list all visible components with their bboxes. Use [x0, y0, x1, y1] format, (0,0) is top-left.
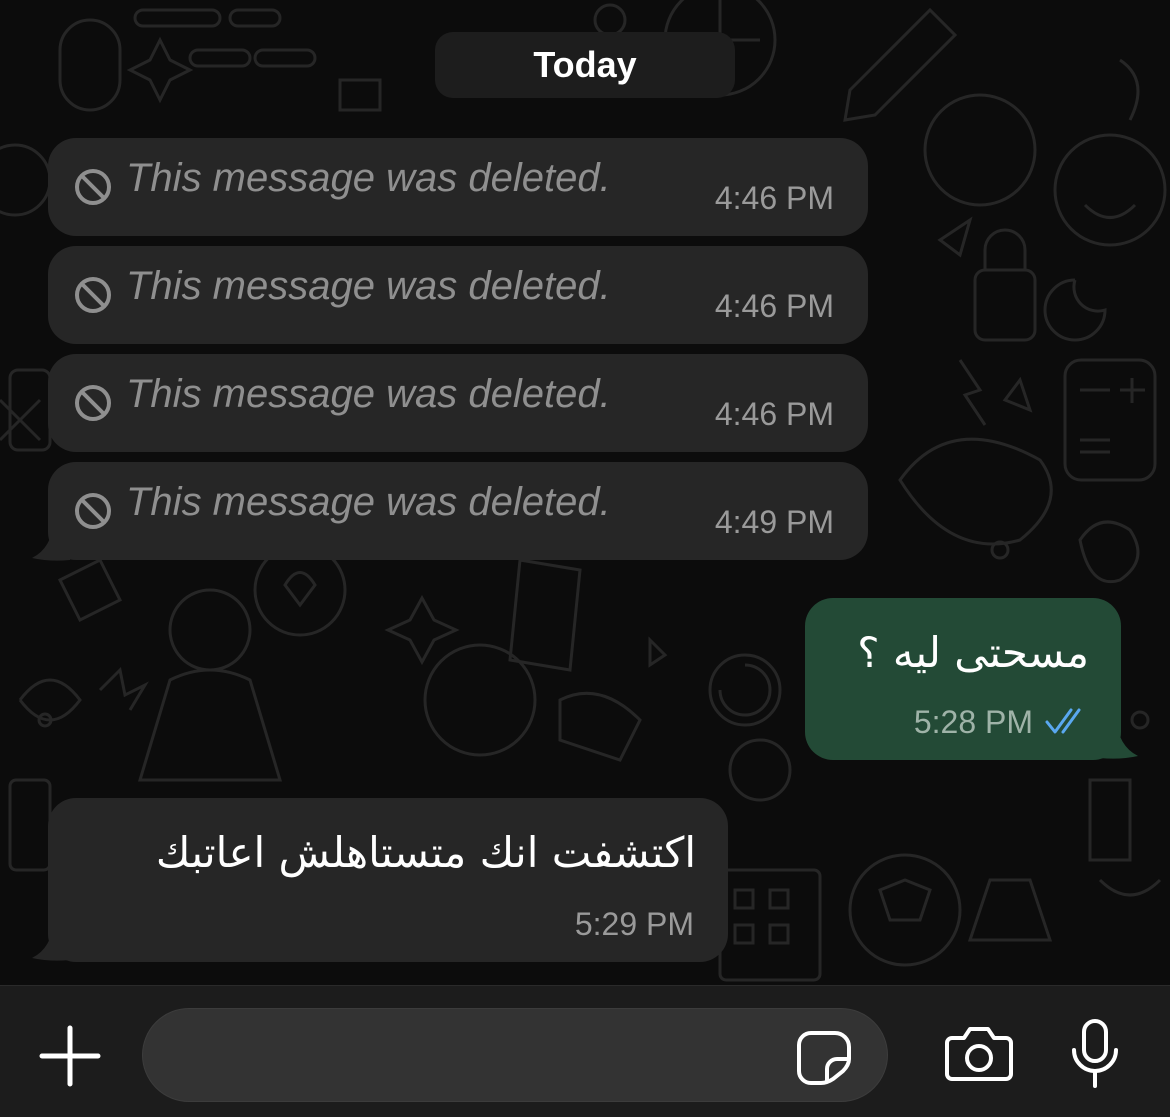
- message-time: 5:29 PM: [574, 906, 694, 942]
- deleted-icon: [75, 277, 111, 313]
- deleted-message-bubble[interactable]: This message was deleted. 4:46 PM: [48, 138, 868, 236]
- deleted-icon: [75, 169, 111, 205]
- deleted-message-text: This message was deleted.: [126, 480, 611, 524]
- read-receipt-icon: [1045, 708, 1081, 734]
- message-time: 4:46 PM: [714, 180, 834, 216]
- message-input[interactable]: [142, 1008, 888, 1102]
- microphone-icon[interactable]: [1068, 1018, 1122, 1090]
- deleted-message-bubble[interactable]: This message was deleted. 4:46 PM: [48, 354, 868, 452]
- sticker-icon[interactable]: [797, 1029, 853, 1085]
- deleted-message-text: This message was deleted.: [126, 156, 611, 200]
- message-time: 5:28 PM: [913, 704, 1033, 740]
- message-time: 4:49 PM: [714, 504, 834, 540]
- message-time: 4:46 PM: [714, 288, 834, 324]
- deleted-message-bubble[interactable]: This message was deleted. 4:46 PM: [48, 246, 868, 344]
- deleted-message-text: This message was deleted.: [126, 264, 611, 308]
- outgoing-message-bubble[interactable]: مسحتى ليه ؟ 5:28 PM: [805, 598, 1121, 760]
- deleted-icon: [75, 493, 111, 529]
- deleted-message-text: This message was deleted.: [126, 372, 611, 416]
- camera-icon[interactable]: [944, 1024, 1014, 1082]
- deleted-icon: [75, 385, 111, 421]
- bubble-tail: [32, 920, 70, 961]
- message-time: 4:46 PM: [714, 396, 834, 432]
- message-text: اكتشفت انك متستاهلش اعاتبك: [155, 828, 696, 877]
- bubble-tail: [1100, 718, 1138, 759]
- date-separator: Today: [435, 32, 735, 98]
- message-text: مسحتى ليه ؟: [857, 628, 1089, 677]
- composer-bar: [0, 985, 1170, 1117]
- chat-screen: Today This message was deleted. 4:46 PM …: [0, 0, 1170, 1117]
- plus-icon[interactable]: [38, 1024, 102, 1088]
- deleted-message-bubble[interactable]: This message was deleted. 4:49 PM: [48, 462, 868, 560]
- bubble-tail: [32, 520, 70, 561]
- incoming-message-bubble[interactable]: اكتشفت انك متستاهلش اعاتبك 5:29 PM: [48, 798, 728, 962]
